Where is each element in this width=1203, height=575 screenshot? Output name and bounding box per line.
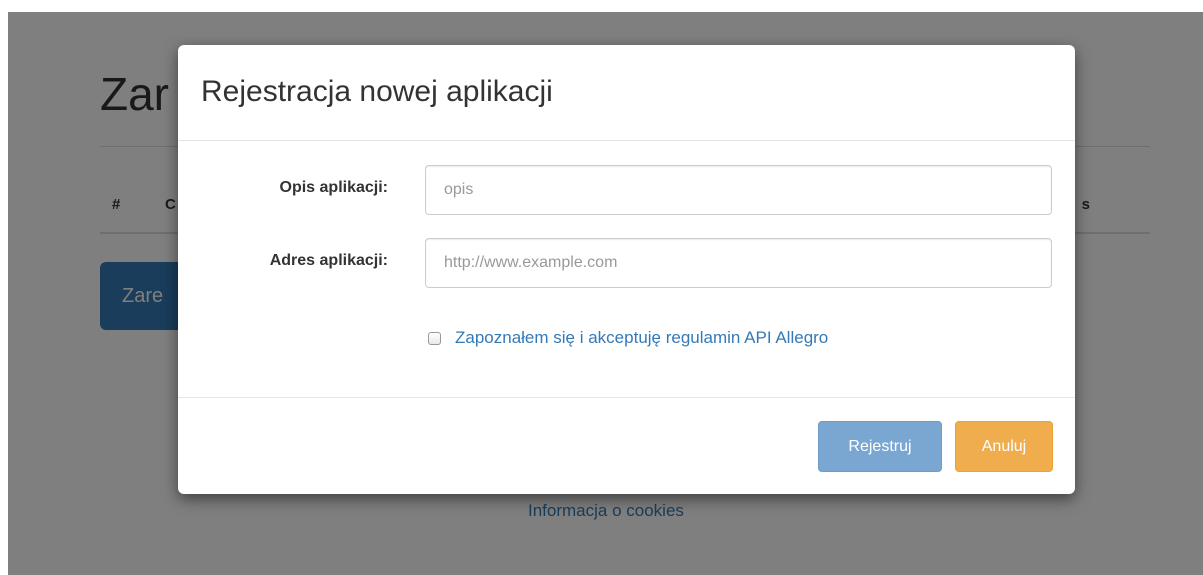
modal-title: Rejestracja nowej aplikacji xyxy=(201,75,553,108)
terms-checkbox-label[interactable]: Zapoznałem się i akceptuję regulamin API… xyxy=(455,328,828,348)
terms-checkbox-row[interactable]: Zapoznałem się i akceptuję regulamin API… xyxy=(428,327,828,349)
address-input[interactable] xyxy=(425,238,1052,288)
terms-checkbox[interactable] xyxy=(428,331,441,345)
description-label: Opis aplikacji: xyxy=(279,179,388,196)
page-viewport: Zar # C s Zare Informacja o cookies Reje… xyxy=(8,12,1203,575)
description-row: Opis aplikacji: xyxy=(178,165,1075,215)
register-app-modal: Rejestracja nowej aplikacji Opis aplikac… xyxy=(178,45,1075,494)
modal-footer: Rejestruj Anuluj xyxy=(178,397,1075,494)
description-input[interactable] xyxy=(425,165,1052,215)
cancel-button[interactable]: Anuluj xyxy=(955,421,1053,472)
address-row: Adres aplikacji: xyxy=(178,238,1075,288)
address-label: Adres aplikacji: xyxy=(269,252,388,269)
register-button[interactable]: Rejestruj xyxy=(818,421,942,472)
modal-header: Rejestracja nowej aplikacji xyxy=(178,45,1075,141)
